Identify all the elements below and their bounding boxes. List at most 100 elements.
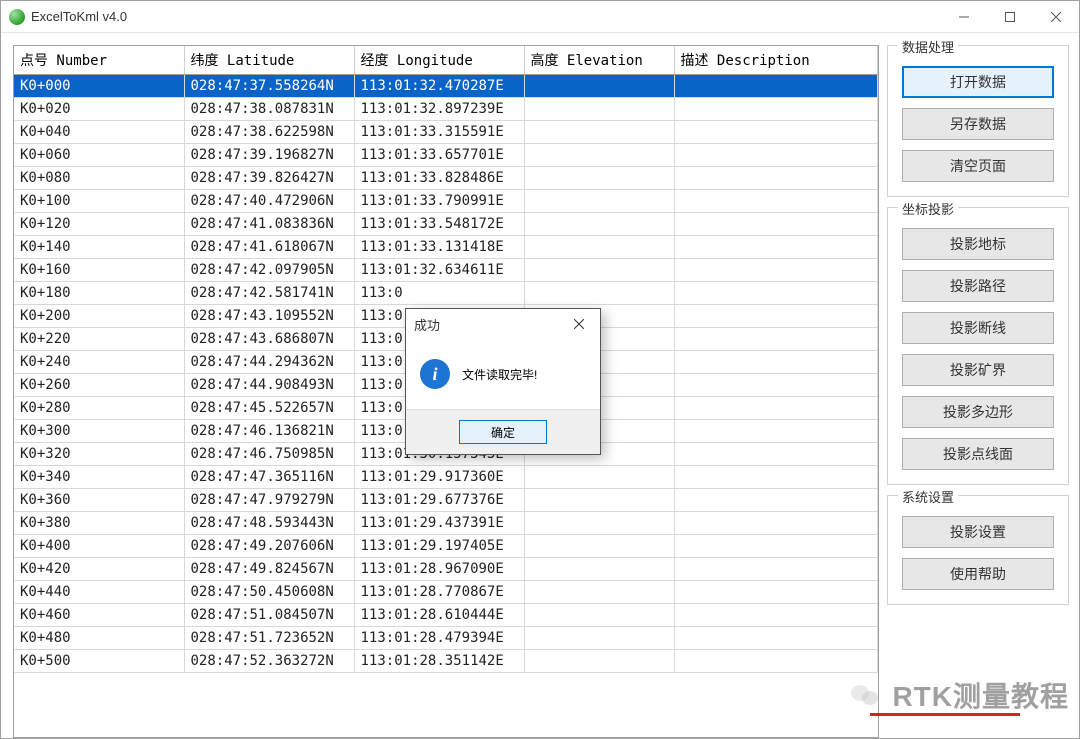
cell-elevation[interactable]	[524, 213, 674, 236]
cell-latitude[interactable]: 028:47:40.472906N	[184, 190, 354, 213]
cell-elevation[interactable]	[524, 558, 674, 581]
cell-longitude[interactable]: 113:01:28.770867E	[354, 581, 524, 604]
cell-longitude[interactable]: 113:01:29.917360E	[354, 466, 524, 489]
cell-elevation[interactable]	[524, 121, 674, 144]
table-row[interactable]: K0+380028:47:48.593443N113:01:29.437391E	[14, 512, 878, 535]
project-breakline-button[interactable]: 投影断线	[902, 312, 1054, 344]
cell-number[interactable]: K0+380	[14, 512, 184, 535]
open-data-button[interactable]: 打开数据	[902, 66, 1054, 98]
cell-description[interactable]	[674, 75, 878, 98]
cell-longitude[interactable]: 113:01:33.548172E	[354, 213, 524, 236]
cell-latitude[interactable]: 028:47:37.558264N	[184, 75, 354, 98]
cell-description[interactable]	[674, 305, 878, 328]
cell-elevation[interactable]	[524, 650, 674, 673]
cell-number[interactable]: K0+180	[14, 282, 184, 305]
cell-number[interactable]: K0+320	[14, 443, 184, 466]
project-path-button[interactable]: 投影路径	[902, 270, 1054, 302]
cell-number[interactable]: K0+460	[14, 604, 184, 627]
minimize-button[interactable]	[941, 1, 987, 32]
cell-description[interactable]	[674, 466, 878, 489]
table-row[interactable]: K0+160028:47:42.097905N113:01:32.634611E	[14, 259, 878, 282]
cell-number[interactable]: K0+440	[14, 581, 184, 604]
cell-longitude[interactable]: 113:0	[354, 282, 524, 305]
cell-latitude[interactable]: 028:47:38.087831N	[184, 98, 354, 121]
cell-elevation[interactable]	[524, 604, 674, 627]
cell-number[interactable]: K0+500	[14, 650, 184, 673]
cell-latitude[interactable]: 028:47:51.723652N	[184, 627, 354, 650]
cell-latitude[interactable]: 028:47:47.979279N	[184, 489, 354, 512]
table-row[interactable]: K0+400028:47:49.207606N113:01:29.197405E	[14, 535, 878, 558]
cell-elevation[interactable]	[524, 282, 674, 305]
cell-description[interactable]	[674, 443, 878, 466]
cell-number[interactable]: K0+160	[14, 259, 184, 282]
cell-longitude[interactable]: 113:01:32.634611E	[354, 259, 524, 282]
cell-number[interactable]: K0+100	[14, 190, 184, 213]
cell-number[interactable]: K0+000	[14, 75, 184, 98]
cell-number[interactable]: K0+220	[14, 328, 184, 351]
cell-longitude[interactable]: 113:01:33.657701E	[354, 144, 524, 167]
cell-latitude[interactable]: 028:47:49.824567N	[184, 558, 354, 581]
table-row[interactable]: K0+440028:47:50.450608N113:01:28.770867E	[14, 581, 878, 604]
cell-number[interactable]: K0+420	[14, 558, 184, 581]
cell-longitude[interactable]: 113:01:33.790991E	[354, 190, 524, 213]
cell-latitude[interactable]: 028:47:46.750985N	[184, 443, 354, 466]
cell-elevation[interactable]	[524, 190, 674, 213]
cell-elevation[interactable]	[524, 627, 674, 650]
cell-latitude[interactable]: 028:47:49.207606N	[184, 535, 354, 558]
cell-longitude[interactable]: 113:01:32.470287E	[354, 75, 524, 98]
cell-description[interactable]	[674, 121, 878, 144]
cell-elevation[interactable]	[524, 512, 674, 535]
maximize-button[interactable]	[987, 1, 1033, 32]
help-button[interactable]: 使用帮助	[902, 558, 1054, 590]
cell-elevation[interactable]	[524, 236, 674, 259]
cell-description[interactable]	[674, 282, 878, 305]
cell-number[interactable]: K0+120	[14, 213, 184, 236]
cell-latitude[interactable]: 028:47:48.593443N	[184, 512, 354, 535]
cell-latitude[interactable]: 028:47:51.084507N	[184, 604, 354, 627]
cell-elevation[interactable]	[524, 98, 674, 121]
cell-latitude[interactable]: 028:47:52.363272N	[184, 650, 354, 673]
col-header-elevation[interactable]: 高度 Elevation	[524, 46, 674, 75]
close-button[interactable]	[1033, 1, 1079, 32]
cell-longitude[interactable]: 113:01:29.197405E	[354, 535, 524, 558]
cell-description[interactable]	[674, 489, 878, 512]
cell-description[interactable]	[674, 259, 878, 282]
table-row[interactable]: K0+460028:47:51.084507N113:01:28.610444E	[14, 604, 878, 627]
dialog-close-button[interactable]	[566, 313, 592, 335]
cell-longitude[interactable]: 113:01:28.351142E	[354, 650, 524, 673]
cell-latitude[interactable]: 028:47:45.522657N	[184, 397, 354, 420]
cell-description[interactable]	[674, 397, 878, 420]
col-header-longitude[interactable]: 经度 Longitude	[354, 46, 524, 75]
project-mine-button[interactable]: 投影矿界	[902, 354, 1054, 386]
table-row[interactable]: K0+420028:47:49.824567N113:01:28.967090E	[14, 558, 878, 581]
table-row[interactable]: K0+480028:47:51.723652N113:01:28.479394E	[14, 627, 878, 650]
cell-number[interactable]: K0+280	[14, 397, 184, 420]
table-row[interactable]: K0+120028:47:41.083836N113:01:33.548172E	[14, 213, 878, 236]
cell-number[interactable]: K0+040	[14, 121, 184, 144]
cell-longitude[interactable]: 113:01:29.677376E	[354, 489, 524, 512]
col-header-number[interactable]: 点号 Number	[14, 46, 184, 75]
cell-description[interactable]	[674, 627, 878, 650]
project-landmark-button[interactable]: 投影地标	[902, 228, 1054, 260]
cell-latitude[interactable]: 028:47:42.581741N	[184, 282, 354, 305]
cell-description[interactable]	[674, 420, 878, 443]
cell-number[interactable]: K0+200	[14, 305, 184, 328]
cell-number[interactable]: K0+480	[14, 627, 184, 650]
cell-number[interactable]: K0+300	[14, 420, 184, 443]
cell-description[interactable]	[674, 144, 878, 167]
table-row[interactable]: K0+100028:47:40.472906N113:01:33.790991E	[14, 190, 878, 213]
table-row[interactable]: K0+340028:47:47.365116N113:01:29.917360E	[14, 466, 878, 489]
dialog-ok-button[interactable]: 确定	[459, 420, 547, 444]
cell-latitude[interactable]: 028:47:47.365116N	[184, 466, 354, 489]
cell-latitude[interactable]: 028:47:44.908493N	[184, 374, 354, 397]
cell-description[interactable]	[674, 351, 878, 374]
cell-latitude[interactable]: 028:47:43.109552N	[184, 305, 354, 328]
cell-latitude[interactable]: 028:47:44.294362N	[184, 351, 354, 374]
cell-longitude[interactable]: 113:01:28.479394E	[354, 627, 524, 650]
cell-description[interactable]	[674, 236, 878, 259]
table-row[interactable]: K0+060028:47:39.196827N113:01:33.657701E	[14, 144, 878, 167]
cell-latitude[interactable]: 028:47:39.196827N	[184, 144, 354, 167]
table-row[interactable]: K0+020028:47:38.087831N113:01:32.897239E	[14, 98, 878, 121]
cell-description[interactable]	[674, 650, 878, 673]
table-row[interactable]: K0+080028:47:39.826427N113:01:33.828486E	[14, 167, 878, 190]
